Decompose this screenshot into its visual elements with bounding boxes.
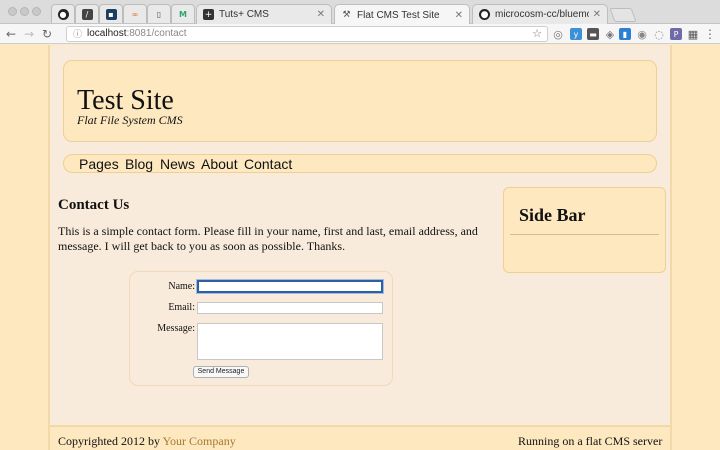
footer-copyright: Copyrighted 2012 by Your Company xyxy=(58,434,236,449)
name-field[interactable] xyxy=(197,280,383,293)
pinned-book-icon: / xyxy=(81,8,93,20)
menu-dots-icon[interactable]: ⋮ xyxy=(704,27,716,41)
bookmark-star-icon[interactable]: ☆ xyxy=(532,27,542,41)
minimize-window-icon[interactable] xyxy=(20,7,29,16)
pinned-tab[interactable]: / xyxy=(75,4,99,23)
nav-link-contact[interactable]: Contact xyxy=(244,156,292,172)
site-header: Test Site Flat File System CMS xyxy=(63,60,657,142)
page-viewport: Test Site Flat File System CMS Pages Blo… xyxy=(0,45,720,450)
extension-tag-icon[interactable]: ◈ xyxy=(604,28,616,41)
page-title: Contact Us xyxy=(58,197,130,213)
pinned-link-icon: ∞ xyxy=(131,9,139,19)
address-bar[interactable]: ⓘ localhost:8081/contact ☆ xyxy=(66,26,548,42)
intro-text: This is a simple contact form. Please fi… xyxy=(58,224,478,253)
extension-globe-icon[interactable]: ◌ xyxy=(653,28,665,41)
info-icon: ⓘ xyxy=(73,30,83,40)
tuts-icon: + xyxy=(203,9,214,20)
name-label: Name: xyxy=(168,281,195,292)
pinned-tab[interactable]: M xyxy=(171,4,195,23)
extension-archive-icon[interactable]: ▬ xyxy=(587,28,599,40)
sidebar-divider xyxy=(510,234,659,235)
close-window-icon[interactable] xyxy=(8,7,17,16)
pinned-tab[interactable]: ▪ xyxy=(99,4,123,23)
forward-arrow-icon[interactable]: → xyxy=(24,26,34,42)
extension-shield-icon[interactable]: ◉ xyxy=(636,28,648,41)
nav-link-about[interactable]: About xyxy=(201,156,238,172)
pinned-tab[interactable]: ▯ xyxy=(147,4,171,23)
pinned-reader-icon: ▯ xyxy=(156,9,162,19)
browser-toolbar: ← → ↻ ⓘ localhost:8081/contact ☆ ◎ y ▬ ◈… xyxy=(0,24,720,44)
nav-link-pages[interactable]: Pages xyxy=(79,156,119,172)
back-arrow-icon[interactable]: ← xyxy=(6,26,16,42)
extension-trello-icon[interactable]: ▮ xyxy=(619,28,631,40)
email-label: Email: xyxy=(168,302,195,313)
extension-p-icon[interactable]: P xyxy=(670,28,682,40)
sidebar: Side Bar xyxy=(503,187,666,273)
github-icon: ● xyxy=(479,9,490,20)
site-footer: Copyrighted 2012 by Your Company Running… xyxy=(50,425,670,450)
hammer-icon: ⚒ xyxy=(342,10,351,20)
site-nav: Pages Blog News About Contact xyxy=(63,154,657,173)
pinned-tab[interactable]: ● xyxy=(51,4,75,23)
email-field[interactable] xyxy=(197,302,383,314)
copyright-text: Copyrighted 2012 by xyxy=(58,434,163,448)
nav-link-news[interactable]: News xyxy=(160,156,195,172)
close-tab-icon[interactable]: ✕ xyxy=(317,9,325,20)
new-tab-button[interactable] xyxy=(609,8,637,22)
extension-blue-icon[interactable]: y xyxy=(570,28,582,40)
close-tab-icon[interactable]: ✕ xyxy=(593,9,601,20)
close-tab-icon[interactable]: ✕ xyxy=(455,10,463,21)
company-link[interactable]: Your Company xyxy=(163,434,236,448)
extension-circle-icon[interactable]: ◎ xyxy=(552,28,564,41)
pinned-dark-icon: ● xyxy=(57,8,69,20)
reload-icon[interactable]: ↻ xyxy=(42,26,52,42)
site-tagline: Flat File System CMS xyxy=(77,113,183,127)
tab-flat-cms-test-site[interactable]: ⚒ Flat CMS Test Site ✕ xyxy=(334,4,470,25)
pinned-tiles-icon: ▪ xyxy=(105,8,117,20)
zoom-window-icon[interactable] xyxy=(32,7,41,16)
message-label: Message: xyxy=(157,323,195,334)
pinned-m-icon: M xyxy=(179,9,187,19)
footer-server-note: Running on a flat CMS server xyxy=(518,434,663,448)
browser-tab-bar: ● / ▪ ∞ ▯ M + Tuts+ CMS ✕ ⚒ Flat CMS Tes… xyxy=(0,0,720,25)
send-message-button[interactable]: Send Message xyxy=(193,366,249,378)
tab-tuts-cms[interactable]: + Tuts+ CMS ✕ xyxy=(196,4,332,24)
message-field[interactable] xyxy=(197,323,383,360)
extension-grid-icon[interactable]: ▦ xyxy=(687,28,699,41)
nav-link-blog[interactable]: Blog xyxy=(125,156,153,172)
url-host: localhost xyxy=(87,28,127,39)
url-path: :8081/contact xyxy=(126,28,187,39)
pinned-tab[interactable]: ∞ xyxy=(123,4,147,23)
sidebar-title: Side Bar xyxy=(519,205,586,225)
tab-github-bluemonday[interactable]: ● microcosm-cc/bluemonday: bl ✕ xyxy=(472,4,608,24)
